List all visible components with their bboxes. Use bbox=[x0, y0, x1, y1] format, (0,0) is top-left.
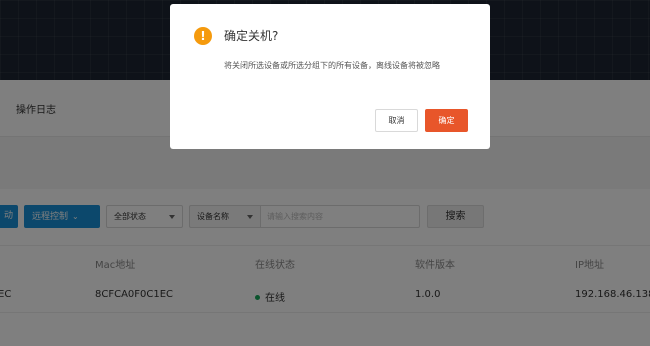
dialog-title: 确定关机? bbox=[224, 29, 279, 43]
shutdown-confirm-dialog: ! 确定关机? 将关闭所选设备或所选分组下的所有设备，离线设备将被忽略 取消 确… bbox=[170, 4, 490, 149]
cancel-button[interactable]: 取消 bbox=[375, 109, 418, 132]
dialog-message: 将关闭所选设备或所选分组下的所有设备，离线设备将被忽略 bbox=[224, 61, 440, 70]
confirm-button[interactable]: 确定 bbox=[425, 109, 468, 132]
warning-icon: ! bbox=[194, 27, 212, 45]
